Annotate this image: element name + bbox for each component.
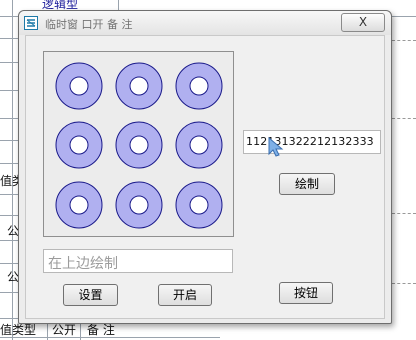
close-icon: X: [358, 15, 368, 29]
page-break-line: [392, 213, 416, 214]
ring-node[interactable]: [175, 62, 223, 110]
close-button[interactable]: X: [341, 13, 385, 32]
grid-line: [0, 38, 20, 39]
grid-line: [0, 215, 20, 216]
drawing-canvas[interactable]: [43, 51, 234, 237]
ring-node[interactable]: [115, 62, 163, 110]
grid-line: [0, 90, 20, 91]
grid-line: [118, 0, 119, 10]
ring-node[interactable]: [55, 121, 103, 169]
dialog-window: 临时窗 口开 备 注 X 在上边绘制 112131322212132333 绘制…: [18, 10, 392, 324]
grid-line: [0, 194, 20, 195]
grid-line: [0, 62, 20, 63]
settings-button[interactable]: 设置: [63, 284, 118, 306]
page-break-line: [392, 118, 416, 119]
ring-node[interactable]: [175, 121, 223, 169]
sequence-value: 112131322212132333: [246, 135, 374, 148]
grid-line: [0, 240, 20, 241]
ring-node[interactable]: [115, 181, 163, 229]
app-icon: [24, 16, 38, 30]
dialog-title: 临时窗 口开 备 注: [45, 18, 133, 31]
hint-input[interactable]: 在上边绘制: [43, 249, 233, 273]
draw-button[interactable]: 绘制: [279, 173, 335, 195]
page-break-line: [392, 283, 416, 284]
grid-line: [12, 0, 13, 340]
start-button[interactable]: 开启: [158, 284, 212, 306]
ring-node[interactable]: [175, 181, 223, 229]
grid-line: [0, 140, 20, 141]
dialog-titlebar[interactable]: 临时窗 口开 备 注 X: [19, 11, 391, 35]
ring-node[interactable]: [115, 121, 163, 169]
page-break-line: [392, 40, 416, 41]
sequence-input[interactable]: 112131322212132333: [243, 130, 381, 154]
grid-line: [0, 118, 20, 119]
hint-text: 在上边绘制: [48, 256, 118, 272]
dialog-client-area: 在上边绘制 112131322212132333 绘制 设置 开启 按钮: [25, 35, 385, 319]
ring-node[interactable]: [55, 62, 103, 110]
grid-line: [0, 263, 20, 264]
grid-line: [0, 163, 20, 164]
generic-button[interactable]: 按钮: [279, 282, 333, 304]
mouse-cursor-icon: [268, 136, 284, 157]
ring-grid: [55, 62, 223, 229]
grid-line: [0, 292, 20, 293]
ring-node[interactable]: [55, 181, 103, 229]
